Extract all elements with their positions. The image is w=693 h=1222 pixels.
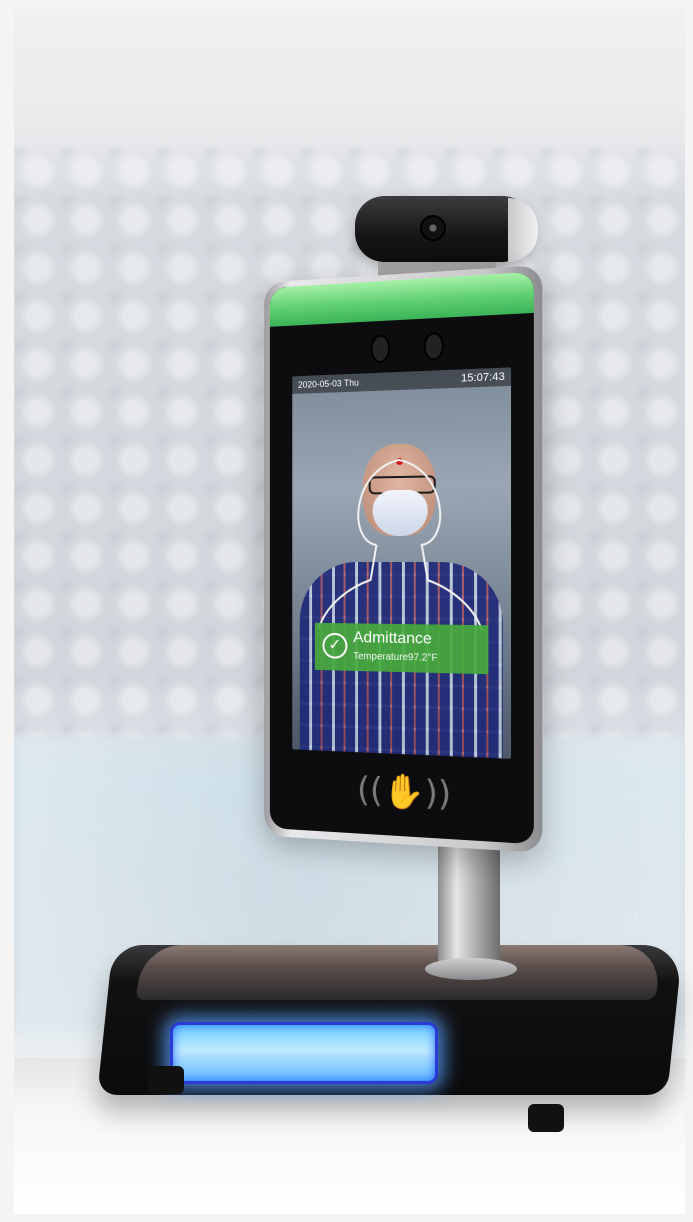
screen-status-bar: 2020-05-03 Thu 15:07:43 xyxy=(292,367,512,394)
kiosk-device: 2020-05-03 Thu 15:07:43 ✓ Admittance Tem… xyxy=(264,265,543,853)
stand-foot-right xyxy=(528,1104,564,1132)
nfc-card-icon: ((✋)) xyxy=(357,770,452,815)
sensor-left-icon xyxy=(370,334,391,364)
stand-foot-left xyxy=(148,1066,184,1094)
admittance-title: Admittance xyxy=(353,629,432,648)
post-ring xyxy=(425,958,517,980)
device-front: 2020-05-03 Thu 15:07:43 ✓ Admittance Tem… xyxy=(269,271,534,845)
camera-lens-icon xyxy=(420,215,446,241)
display-screen: 2020-05-03 Thu 15:07:43 ✓ Admittance Tem… xyxy=(292,367,512,759)
sensor-right-icon xyxy=(423,331,444,361)
temperature-reading: Temperature97.2°F xyxy=(353,651,438,664)
screen-time: 15:07:43 xyxy=(461,370,505,385)
admittance-banner: ✓ Admittance Temperature97.2°F xyxy=(314,622,489,675)
green-status-light xyxy=(269,271,534,327)
blue-led-bar xyxy=(170,1022,438,1084)
screen-date: 2020-05-03 Thu xyxy=(297,377,359,390)
check-circle-icon: ✓ xyxy=(322,632,348,659)
stand-base-top xyxy=(135,945,665,1000)
